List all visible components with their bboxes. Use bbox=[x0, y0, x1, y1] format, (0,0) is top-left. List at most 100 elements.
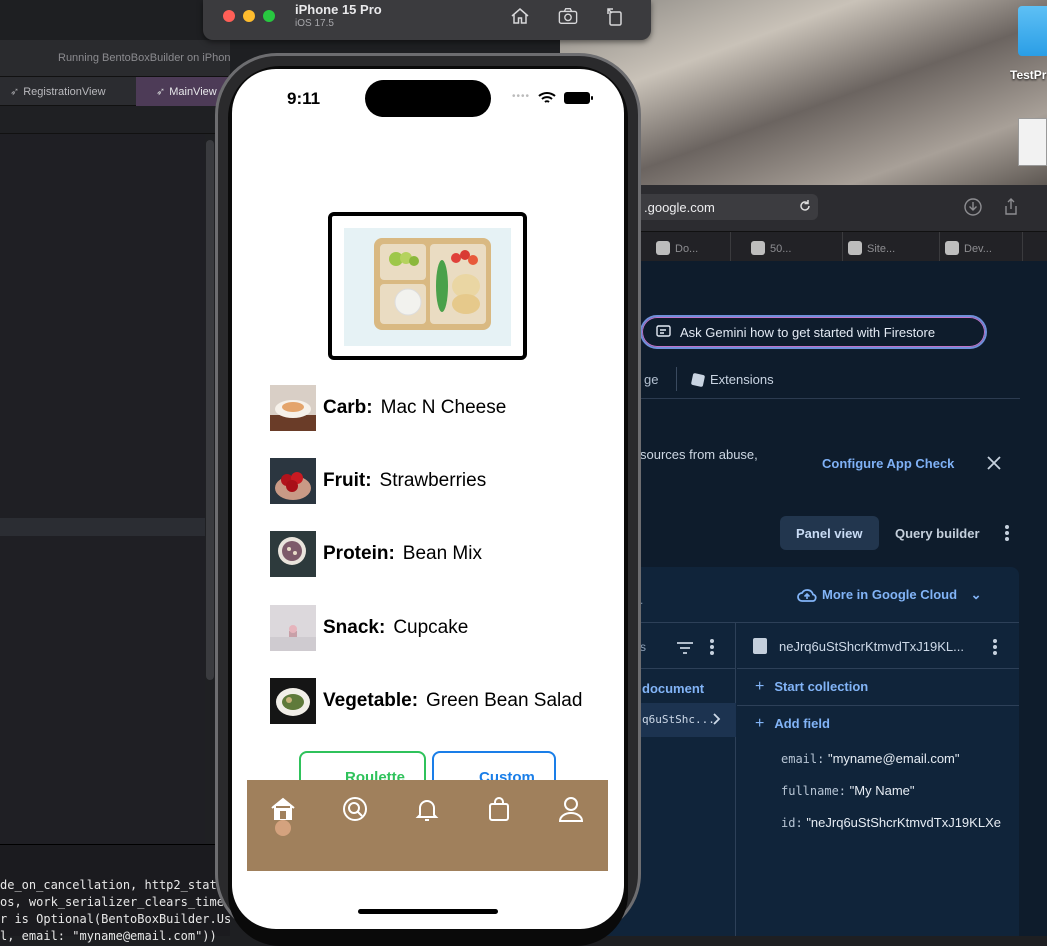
bell-icon[interactable] bbox=[413, 795, 441, 823]
gemini-chat-icon bbox=[656, 325, 671, 337]
download-icon[interactable] bbox=[964, 198, 982, 216]
food-category: Carb: bbox=[323, 397, 373, 418]
ask-gemini-button[interactable]: Ask Gemini how to get started with Fires… bbox=[640, 315, 987, 349]
close-window-button[interactable] bbox=[223, 10, 235, 22]
simulator-os-version: iOS 17.5 bbox=[295, 18, 334, 29]
query-builder-button[interactable]: Query builder bbox=[895, 526, 980, 541]
battery-icon bbox=[564, 92, 593, 104]
person-icon[interactable] bbox=[557, 795, 585, 823]
debug-console[interactable]: de_on_cancellation, http2_stat os, work_… bbox=[0, 844, 230, 943]
home-indicator[interactable] bbox=[358, 909, 498, 914]
divider bbox=[737, 705, 1019, 706]
tab-favicon-icon bbox=[656, 241, 670, 255]
swift-icon: ➶ bbox=[156, 86, 166, 98]
field-key: id: bbox=[781, 816, 803, 830]
minimize-window-button[interactable] bbox=[243, 10, 255, 22]
search-icon[interactable] bbox=[341, 795, 369, 823]
food-item: Bean Mix bbox=[402, 543, 482, 564]
food-row-protein[interactable]: Protein: Bean Mix bbox=[270, 531, 610, 577]
share-icon[interactable] bbox=[1002, 198, 1020, 216]
xcode-activity-title: Running BentoBoxBuilder on iPhone 15 bbox=[0, 40, 230, 76]
nav-underline bbox=[640, 398, 1020, 399]
food-row-snack[interactable]: Snack: Cupcake bbox=[270, 605, 610, 651]
browser-tab-bar: Do... 50... Site... Dev... bbox=[600, 231, 1047, 262]
more-in-google-cloud-button[interactable]: More in Google Cloud ⌄ bbox=[796, 587, 982, 603]
configure-app-check-link[interactable]: Configure App Check bbox=[822, 456, 954, 471]
nav-divider bbox=[676, 367, 677, 391]
nav-tab-partial[interactable]: ge bbox=[644, 372, 658, 387]
tab-favicon-icon bbox=[751, 241, 765, 255]
chevron-right-icon bbox=[713, 713, 721, 725]
wifi-icon bbox=[538, 92, 556, 103]
wordpress-icon bbox=[848, 241, 862, 255]
reload-icon[interactable] bbox=[798, 199, 812, 213]
browser-tab[interactable]: Site... bbox=[848, 232, 940, 262]
food-label: Protein: Bean Mix bbox=[323, 543, 482, 565]
food-category: Vegetable: bbox=[323, 690, 419, 711]
tab-registration-view[interactable]: ➶ RegistrationView bbox=[10, 77, 106, 106]
add-document-button[interactable]: document bbox=[642, 681, 704, 696]
food-row-vegetable[interactable]: Vegetable: Green Bean Salad bbox=[270, 678, 610, 724]
start-collection-label: Start collection bbox=[774, 679, 869, 694]
food-row-carb[interactable]: Carb: Mac N Cheese bbox=[270, 385, 610, 431]
field-value: "myname@email.com" bbox=[827, 751, 960, 766]
start-collection-button[interactable]: + Start collection bbox=[755, 678, 868, 696]
add-field-label: Add field bbox=[774, 716, 830, 731]
food-category: Fruit: bbox=[323, 470, 372, 491]
bottom-tab-bar bbox=[247, 780, 608, 871]
address-bar[interactable]: .google.com bbox=[620, 194, 818, 220]
bento-box-image bbox=[344, 228, 511, 346]
field-row-id[interactable]: id: "neJrq6uStShcrKtmvdTxJ19KLXe bbox=[781, 815, 1001, 830]
more-gc-label: More in Google Cloud bbox=[822, 587, 958, 602]
data-panel-header: . More in Google Cloud ⌄ bbox=[600, 567, 1019, 623]
field-row-fullname[interactable]: fullname: "My Name" bbox=[781, 783, 915, 798]
browser-tab-label: Do... bbox=[675, 243, 699, 255]
protein-food-image bbox=[270, 531, 316, 577]
app-check-banner-text: sources from abuse, bbox=[640, 447, 758, 462]
zoom-window-button[interactable] bbox=[263, 10, 275, 22]
editor-scrollbar[interactable] bbox=[206, 140, 214, 680]
browser-tab[interactable]: Do... bbox=[656, 232, 731, 262]
status-time: 9:11 bbox=[287, 89, 321, 108]
url-text: .google.com bbox=[644, 200, 715, 215]
plus-icon: + bbox=[755, 715, 765, 732]
simulator-toolbar: iPhone 15 Pro iOS 17.5 bbox=[203, 0, 651, 40]
food-label: Snack: Cupcake bbox=[323, 617, 468, 639]
plus-icon: + bbox=[755, 678, 765, 695]
rotate-icon[interactable] bbox=[605, 6, 625, 26]
add-field-button[interactable]: + Add field bbox=[755, 715, 830, 733]
more-options-icon[interactable] bbox=[1005, 525, 1009, 541]
close-icon[interactable] bbox=[986, 455, 1002, 471]
food-row-fruit[interactable]: Fruit: Strawberries bbox=[270, 458, 610, 504]
browser-window: .google.com Do... 50... Site... Dev... A… bbox=[600, 185, 1047, 936]
bag-icon[interactable] bbox=[485, 795, 513, 823]
dynamic-island bbox=[365, 80, 491, 117]
extensions-icon bbox=[690, 372, 706, 388]
browser-tab-label: Site... bbox=[867, 243, 896, 255]
more-options-icon[interactable] bbox=[993, 639, 997, 655]
food-item: Mac N Cheese bbox=[380, 397, 507, 418]
field-value: "neJrq6uStShcrKtmvdTxJ19KLXe bbox=[806, 815, 1001, 830]
panel-view-button[interactable]: Panel view bbox=[780, 516, 879, 550]
food-label: Vegetable: Green Bean Salad bbox=[323, 690, 582, 712]
screenshot-icon[interactable] bbox=[558, 6, 578, 26]
document-row[interactable]: q6uStShc... bbox=[636, 703, 736, 737]
nav-tab-extensions[interactable]: Extensions bbox=[690, 372, 774, 388]
desktop-file-thumbnail[interactable] bbox=[1018, 118, 1047, 166]
carb-food-image bbox=[270, 385, 316, 431]
browser-tab-label: 50... bbox=[770, 243, 792, 255]
browser-tab[interactable]: Dev... bbox=[945, 232, 1023, 262]
food-item: Green Bean Salad bbox=[426, 690, 583, 711]
xcode-window: Running BentoBoxBuilder on iPhone 15 ➶Re… bbox=[0, 40, 230, 943]
food-item: Cupcake bbox=[393, 617, 469, 638]
browser-tab[interactable]: 50... bbox=[751, 232, 843, 262]
filter-icon[interactable] bbox=[676, 641, 694, 655]
more-options-icon[interactable] bbox=[710, 639, 714, 655]
code-editor[interactable] bbox=[0, 134, 205, 844]
folder-icon[interactable] bbox=[1018, 6, 1047, 56]
browser-tab-label: Dev... bbox=[964, 243, 992, 255]
field-row-email[interactable]: email: "myname@email.com" bbox=[781, 751, 960, 766]
home-icon[interactable] bbox=[269, 795, 297, 823]
vegetable-food-image bbox=[270, 678, 316, 724]
home-icon[interactable] bbox=[510, 6, 530, 26]
